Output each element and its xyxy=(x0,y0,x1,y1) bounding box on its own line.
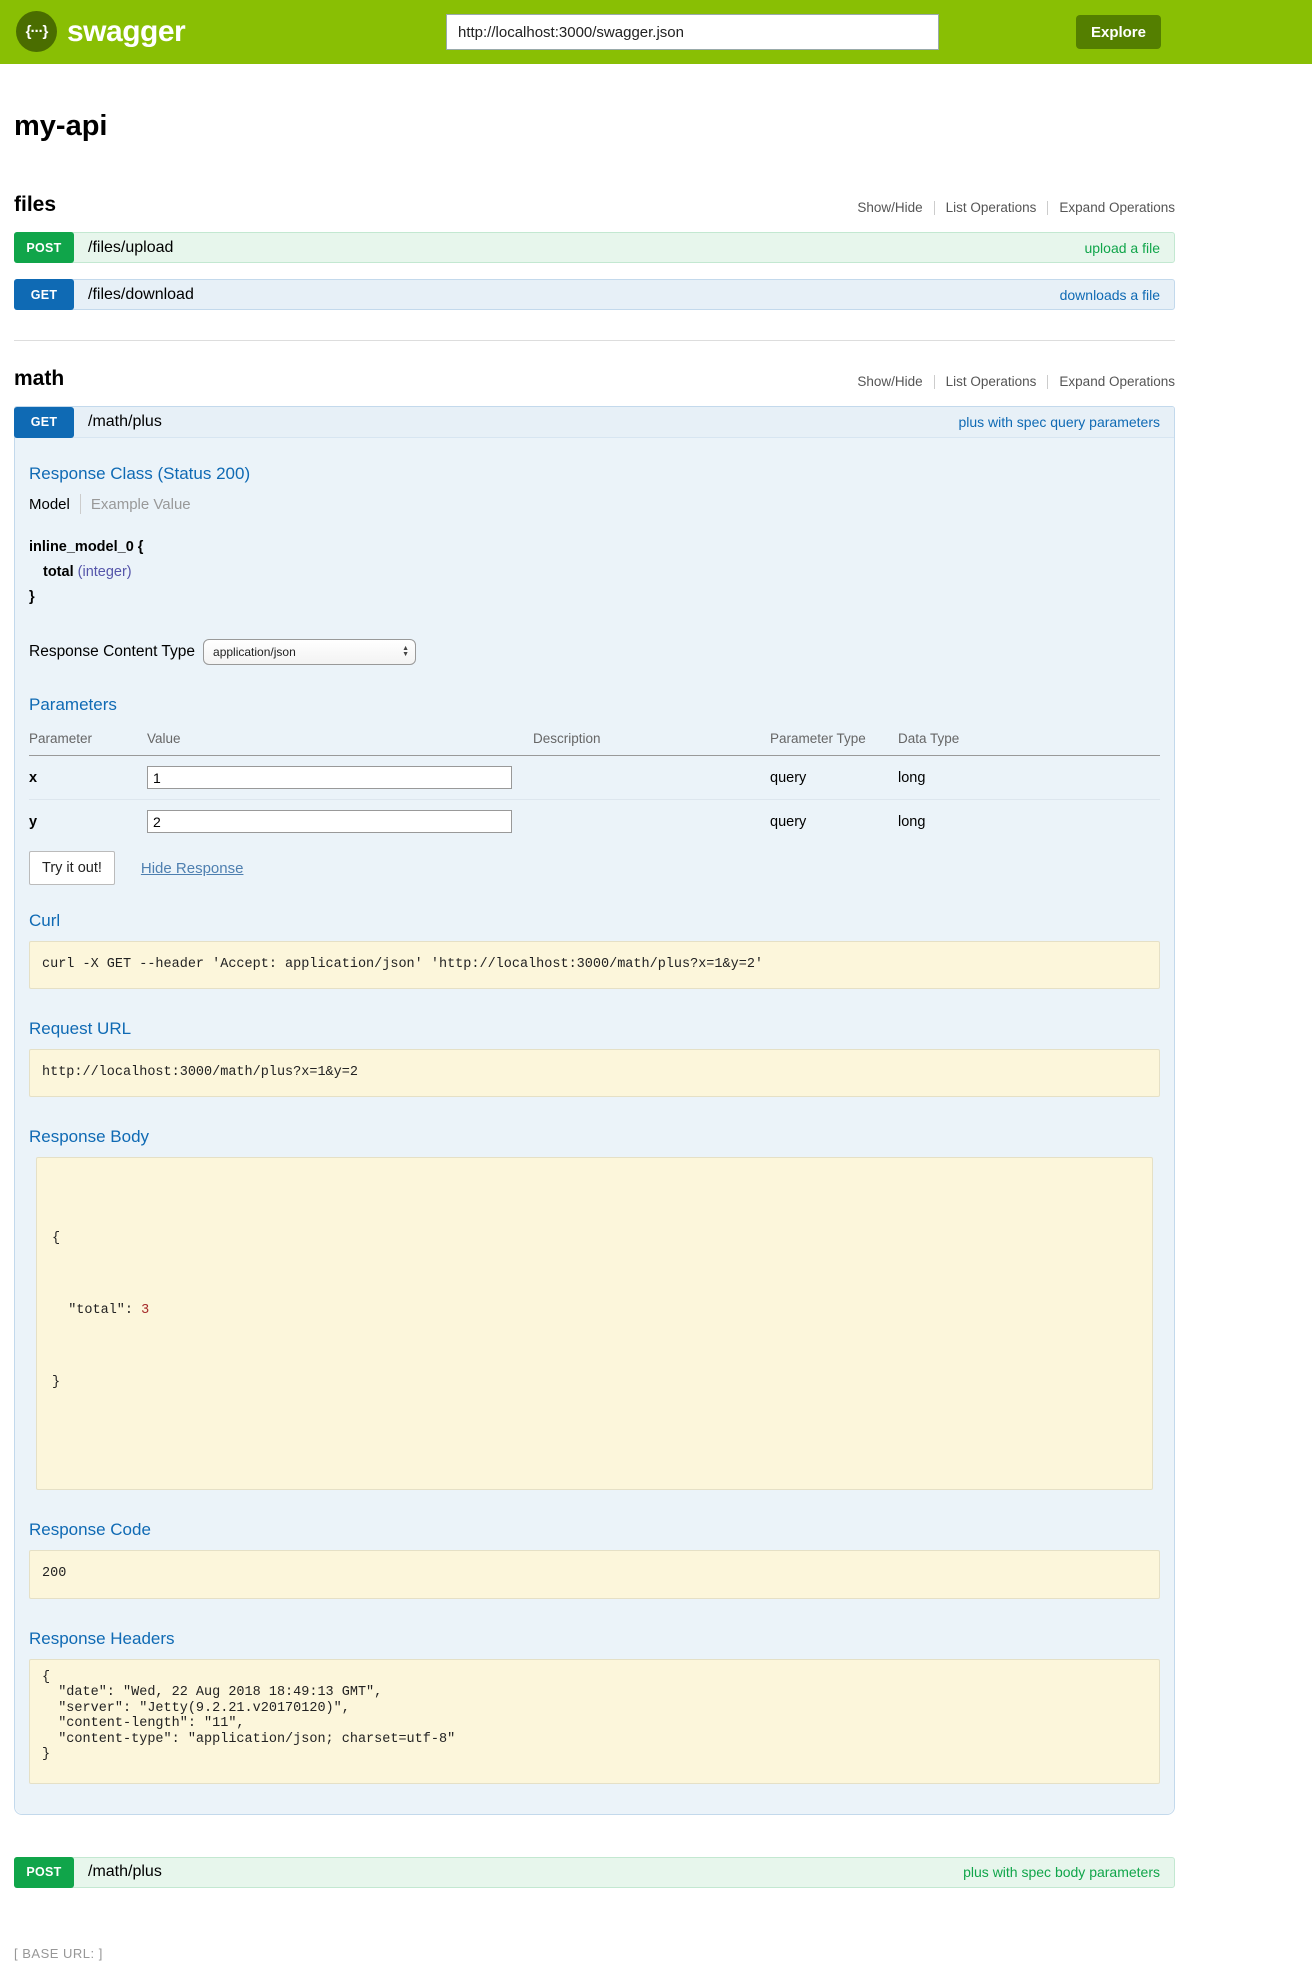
select-arrows-icon: ▲ ▼ xyxy=(402,646,409,658)
show-hide-link[interactable]: Show/Hide xyxy=(857,374,922,389)
arrow-down-icon: ▼ xyxy=(402,652,409,658)
model-property: total (integer) xyxy=(43,564,1160,580)
endpoint-row-get-files-download[interactable]: GET /files/download downloads a file xyxy=(14,279,1175,310)
endpoint-summary[interactable]: upload a file xyxy=(1084,240,1160,256)
explore-button[interactable]: Explore xyxy=(1076,15,1161,49)
curl-heading: Curl xyxy=(29,911,1160,931)
parameters-table: Parameter Value Description Parameter Ty… xyxy=(29,725,1160,843)
response-code-value: 200 xyxy=(29,1550,1160,1598)
endpoint-row-post-math-plus[interactable]: POST /math/plus plus with spec body para… xyxy=(14,1857,1175,1888)
column-description: Description xyxy=(533,725,770,756)
json-key: "total": xyxy=(52,1303,141,1318)
column-data-type: Data Type xyxy=(898,725,1160,756)
response-content-type-label: Response Content Type xyxy=(29,643,195,661)
tab-model[interactable]: Model xyxy=(29,496,70,513)
swagger-logo[interactable]: {···} swagger xyxy=(16,11,185,52)
endpoint-path[interactable]: /math/plus xyxy=(88,413,162,431)
options-divider xyxy=(1047,375,1048,389)
response-code-heading: Response Code xyxy=(29,1520,1160,1540)
tab-example-value[interactable]: Example Value xyxy=(91,496,191,513)
param-row-y: y query long xyxy=(29,800,1160,844)
main-content: my-api files Show/Hide List Operations E… xyxy=(14,110,1175,1961)
method-badge-post: POST xyxy=(14,232,74,263)
response-content-type-row: Response Content Type application/json ▲… xyxy=(29,639,1160,665)
param-name: y xyxy=(29,800,147,844)
section-options-files: Show/Hide List Operations Expand Operati… xyxy=(857,200,1175,217)
param-parameter-type: query xyxy=(770,800,898,844)
param-data-type: long xyxy=(898,756,1160,800)
endpoint-row-get-math-plus[interactable]: GET /math/plus plus with spec query para… xyxy=(15,407,1174,438)
response-headers-heading: Response Headers xyxy=(29,1629,1160,1649)
expand-operations-link[interactable]: Expand Operations xyxy=(1059,200,1175,215)
param-x-value-input[interactable] xyxy=(147,766,512,789)
list-operations-link[interactable]: List Operations xyxy=(946,374,1037,389)
method-badge-post: POST xyxy=(14,1857,74,1888)
json-open-brace: { xyxy=(52,1227,1137,1251)
section-divider xyxy=(14,340,1175,341)
column-value: Value xyxy=(147,725,533,756)
response-content-type-select[interactable]: application/json ▲ ▼ xyxy=(203,639,416,665)
endpoint-path[interactable]: /math/plus xyxy=(88,1863,162,1881)
header-bar: {···} swagger Explore xyxy=(0,0,1312,64)
json-total-line: "total": 3 xyxy=(52,1299,1137,1323)
json-number-value: 3 xyxy=(141,1303,149,1318)
endpoint-summary[interactable]: plus with spec query parameters xyxy=(958,414,1160,430)
param-y-value-input[interactable] xyxy=(147,810,512,833)
section-options-math: Show/Hide List Operations Expand Operati… xyxy=(857,374,1175,391)
json-close-brace: } xyxy=(52,1371,1137,1395)
operation-content: Response Class (Status 200) Model Exampl… xyxy=(15,438,1174,1814)
section-header-math: math Show/Hide List Operations Expand Op… xyxy=(14,367,1175,391)
parameters-heading: Parameters xyxy=(29,695,1160,715)
section-title-math: math xyxy=(14,367,64,391)
section-title-files: files xyxy=(14,193,56,217)
request-url-heading: Request URL xyxy=(29,1019,1160,1039)
param-row-x: x query long xyxy=(29,756,1160,800)
request-url-value: http://localhost:3000/math/plus?x=1&y=2 xyxy=(29,1049,1160,1097)
page-title: my-api xyxy=(14,110,1175,143)
model-property-name: total xyxy=(43,564,74,580)
endpoint-summary[interactable]: downloads a file xyxy=(1060,287,1160,303)
param-description xyxy=(533,756,770,800)
param-parameter-type: query xyxy=(770,756,898,800)
response-headers-value: { "date": "Wed, 22 Aug 2018 18:49:13 GMT… xyxy=(29,1659,1160,1784)
swagger-logo-icon: {···} xyxy=(16,11,57,52)
tab-divider xyxy=(80,494,81,514)
expand-operations-link[interactable]: Expand Operations xyxy=(1059,374,1175,389)
options-divider xyxy=(934,375,935,389)
param-data-type: long xyxy=(898,800,1160,844)
hide-response-link[interactable]: Hide Response xyxy=(141,860,244,877)
options-divider xyxy=(934,201,935,215)
column-parameter: Parameter xyxy=(29,725,147,756)
curl-command: curl -X GET --header 'Accept: applicatio… xyxy=(29,941,1160,989)
endpoint-path[interactable]: /files/download xyxy=(88,286,194,304)
swagger-logo-text: swagger xyxy=(67,15,185,49)
spec-url-input[interactable] xyxy=(447,15,938,49)
section-header-files: files Show/Hide List Operations Expand O… xyxy=(14,193,1175,217)
model-close-brace: } xyxy=(29,589,1160,605)
model-signature: inline_model_0 { total (integer) } xyxy=(29,539,1160,605)
response-body-value: { "total": 3 } xyxy=(36,1157,1153,1490)
response-body-heading: Response Body xyxy=(29,1127,1160,1147)
model-name: inline_model_0 { xyxy=(29,539,1160,555)
options-divider xyxy=(1047,201,1048,215)
selected-content-type: application/json xyxy=(213,645,296,659)
model-tabs: Model Example Value xyxy=(29,494,1160,514)
try-it-out-row: Try it out! Hide Response xyxy=(29,851,1160,885)
endpoint-summary[interactable]: plus with spec body parameters xyxy=(963,1864,1160,1880)
method-badge-get: GET xyxy=(14,407,74,438)
endpoint-path[interactable]: /files/upload xyxy=(88,239,173,257)
method-badge-get: GET xyxy=(14,279,74,310)
response-class-heading: Response Class (Status 200) xyxy=(29,464,1160,484)
endpoint-row-post-files-upload[interactable]: POST /files/upload upload a file xyxy=(14,232,1175,263)
parameters-header-row: Parameter Value Description Parameter Ty… xyxy=(29,725,1160,756)
show-hide-link[interactable]: Show/Hide xyxy=(857,200,922,215)
column-parameter-type: Parameter Type xyxy=(770,725,898,756)
base-url-label: [ BASE URL: ] xyxy=(14,1946,1175,1961)
model-property-type: (integer) xyxy=(78,564,132,580)
param-description xyxy=(533,800,770,844)
list-operations-link[interactable]: List Operations xyxy=(946,200,1037,215)
param-name: x xyxy=(29,756,147,800)
try-it-out-button[interactable]: Try it out! xyxy=(29,851,115,885)
operation-panel-get-math-plus: GET /math/plus plus with spec query para… xyxy=(14,406,1175,1815)
